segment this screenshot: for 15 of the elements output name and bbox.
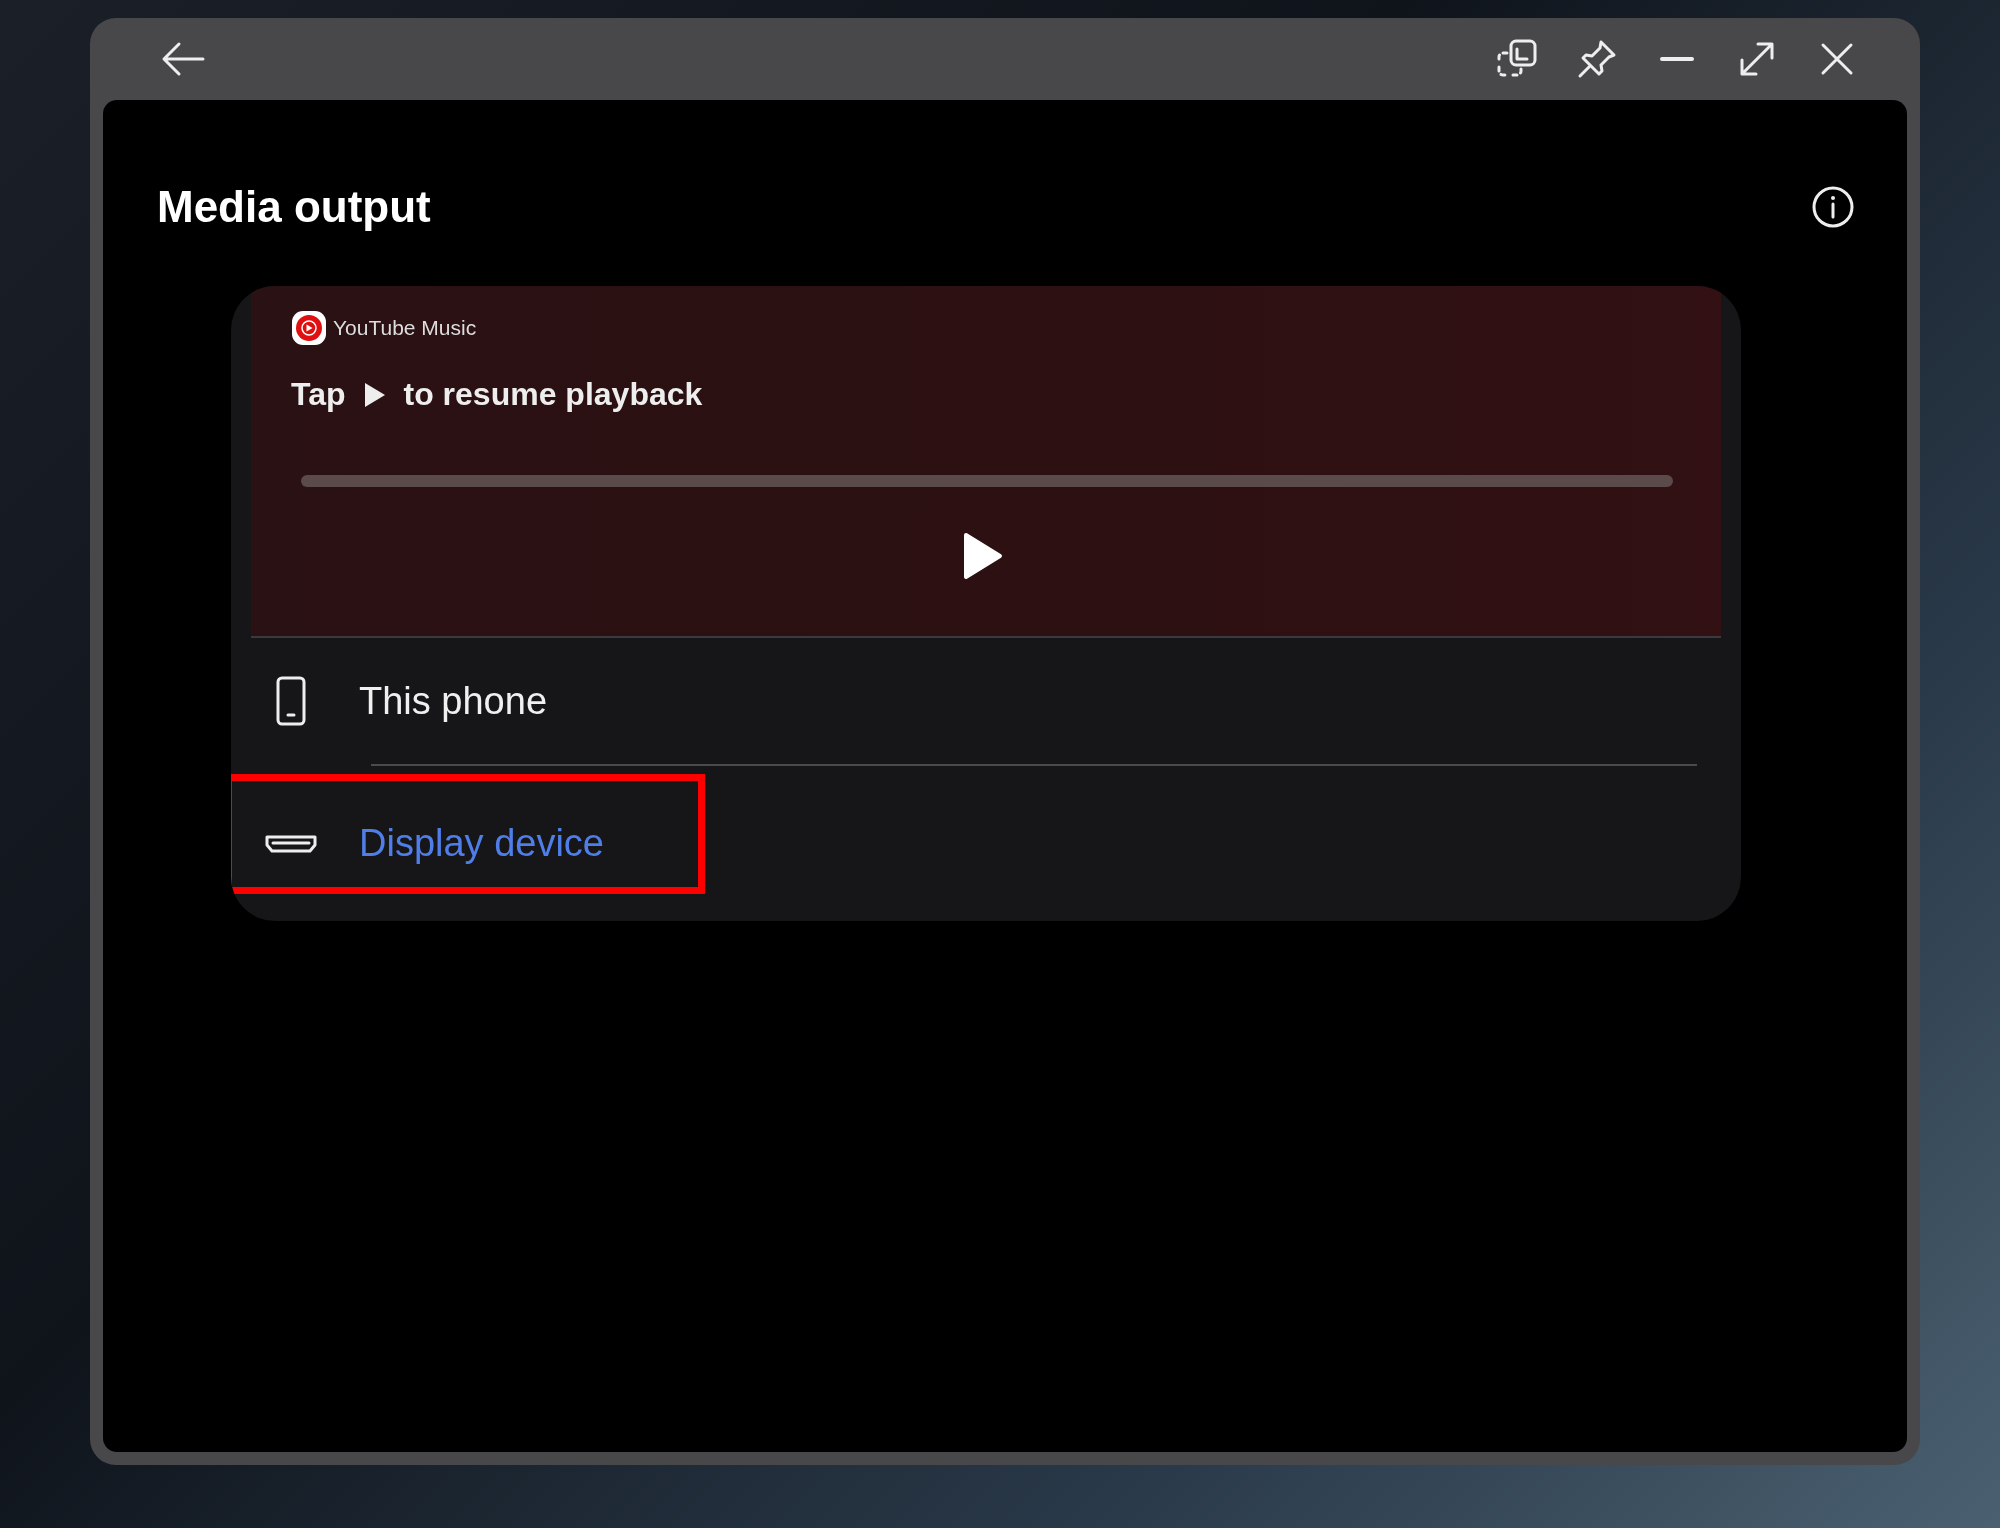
hdmi-port-icon bbox=[265, 834, 317, 853]
maximize-icon bbox=[1738, 40, 1776, 78]
prompt-text: to resume playback bbox=[403, 376, 703, 413]
play-icon bbox=[363, 381, 386, 408]
dialog-title: Media output bbox=[157, 182, 431, 232]
output-device-item[interactable]: This phone bbox=[231, 638, 1741, 764]
pin-icon bbox=[1577, 39, 1617, 79]
back-arrow-icon bbox=[161, 41, 205, 77]
app-name: YouTube Music bbox=[333, 316, 477, 340]
minimize-icon bbox=[1660, 56, 1694, 62]
app-logo-icon bbox=[291, 310, 327, 346]
prompt-text: Tap bbox=[291, 376, 346, 413]
close-icon bbox=[1820, 42, 1854, 76]
output-device-item[interactable]: Display device bbox=[231, 766, 1741, 921]
phone-icon bbox=[276, 676, 306, 726]
